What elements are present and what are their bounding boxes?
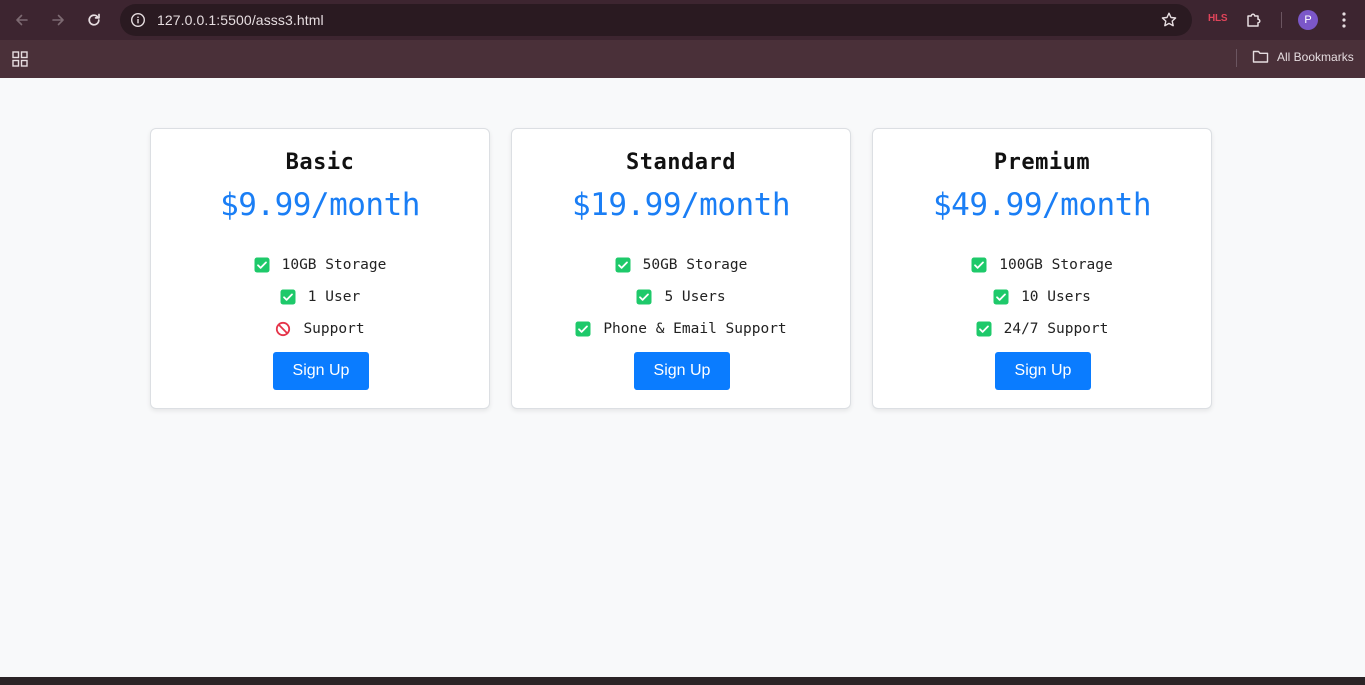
- feature-text: 1 User: [307, 289, 361, 305]
- check-icon: [254, 257, 270, 273]
- apps-grid-icon[interactable]: [12, 51, 28, 67]
- plan-price: $19.99/month: [572, 187, 790, 223]
- forward-button[interactable]: [44, 6, 72, 34]
- feature-item: 100GB Storage: [873, 249, 1211, 281]
- folder-icon: [1252, 50, 1269, 63]
- feature-text: 24/7 Support: [1003, 321, 1109, 337]
- hls-extension-icon[interactable]: HLS: [1208, 13, 1228, 24]
- extensions-puzzle-icon[interactable]: [1244, 10, 1264, 30]
- reload-icon: [88, 13, 100, 26]
- bookmarks-bar: All Bookmarks: [0, 40, 1365, 78]
- feature-list: 100GB Storage 10 Users 24/7 Support: [873, 249, 1211, 345]
- check-icon: [575, 321, 591, 337]
- plan-name: Premium: [993, 150, 1091, 175]
- profile-avatar[interactable]: P: [1298, 10, 1318, 30]
- plan-price: $49.99/month: [933, 187, 1151, 223]
- check-icon: [280, 289, 296, 305]
- sign-up-button-standard[interactable]: Sign Up: [634, 352, 730, 390]
- back-arrow-icon: [16, 14, 28, 26]
- plan-name: Basic: [285, 150, 355, 175]
- plan-card-basic: Basic $9.99/month 10GB Storage 1 User Su…: [150, 128, 490, 409]
- plan-card-standard: Standard $19.99/month 50GB Storage 5 Use…: [511, 128, 851, 409]
- reload-button[interactable]: [80, 6, 108, 34]
- check-icon: [636, 289, 652, 305]
- feature-item: 1 User: [151, 281, 489, 313]
- feature-item: 10GB Storage: [151, 249, 489, 281]
- site-info-icon[interactable]: [130, 12, 146, 28]
- all-bookmarks-label: All Bookmarks: [1277, 49, 1354, 64]
- feature-item: 50GB Storage: [512, 249, 850, 281]
- check-icon: [971, 257, 987, 273]
- url-text[interactable]: 127.0.0.1:5500/asss3.html: [157, 4, 324, 36]
- kebab-menu-icon[interactable]: [1336, 10, 1352, 30]
- plan-name: Standard: [626, 150, 736, 175]
- bookmarks-divider: [1236, 49, 1237, 67]
- sign-up-button-premium[interactable]: Sign Up: [995, 352, 1091, 390]
- back-button[interactable]: [8, 6, 36, 34]
- forward-arrow-icon: [52, 14, 64, 26]
- feature-item: 5 Users: [512, 281, 850, 313]
- feature-list: 50GB Storage 5 Users Phone & Email Suppo…: [512, 249, 850, 345]
- feature-text: 50GB Storage: [642, 257, 748, 273]
- browser-toolbar: 127.0.0.1:5500/asss3.html HLS P: [0, 0, 1365, 40]
- feature-list: 10GB Storage 1 User Support: [151, 249, 489, 345]
- toolbar-divider: [1281, 12, 1282, 28]
- feature-text: 10GB Storage: [281, 257, 387, 273]
- pricing-cards: Basic $9.99/month 10GB Storage 1 User Su…: [150, 128, 1212, 409]
- feature-item: Support: [151, 313, 489, 345]
- page-content: Basic $9.99/month 10GB Storage 1 User Su…: [0, 78, 1365, 677]
- check-icon: [615, 257, 631, 273]
- plan-price: $9.99/month: [220, 187, 420, 223]
- bookmark-star-icon[interactable]: [1160, 11, 1178, 29]
- feature-item: 10 Users: [873, 281, 1211, 313]
- prohibited-icon: [275, 321, 291, 337]
- feature-item: Phone & Email Support: [512, 313, 850, 345]
- all-bookmarks-button[interactable]: All Bookmarks: [1252, 49, 1354, 64]
- sign-up-button-basic[interactable]: Sign Up: [273, 352, 369, 390]
- check-icon: [976, 321, 992, 337]
- feature-text: Support: [303, 321, 365, 337]
- feature-text: Phone & Email Support: [603, 321, 787, 337]
- feature-text: 10 Users: [1021, 289, 1091, 305]
- feature-item: 24/7 Support: [873, 313, 1211, 345]
- address-bar[interactable]: 127.0.0.1:5500/asss3.html: [120, 4, 1192, 36]
- plan-card-premium: Premium $49.99/month 100GB Storage 10 Us…: [872, 128, 1212, 409]
- feature-text: 100GB Storage: [999, 257, 1113, 273]
- check-icon: [993, 289, 1009, 305]
- feature-text: 5 Users: [664, 289, 726, 305]
- taskbar-edge: [0, 677, 1365, 685]
